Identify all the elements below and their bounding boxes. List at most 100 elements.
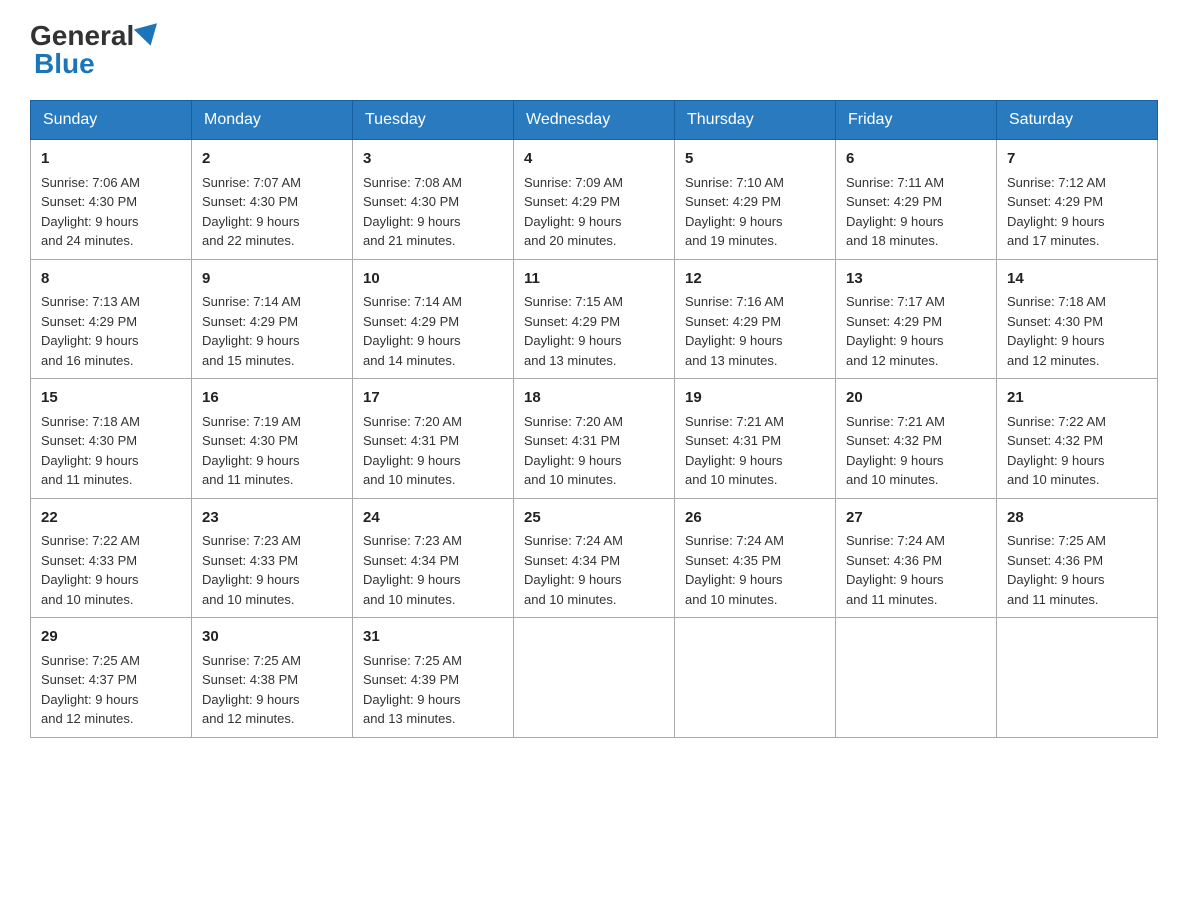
calendar-cell: 30 Sunrise: 7:25 AMSunset: 4:38 PMDaylig…	[192, 618, 353, 738]
day-info: Sunrise: 7:13 AMSunset: 4:29 PMDaylight:…	[41, 294, 140, 368]
day-info: Sunrise: 7:10 AMSunset: 4:29 PMDaylight:…	[685, 175, 784, 249]
day-number: 2	[202, 148, 342, 171]
day-number: 21	[1007, 387, 1147, 410]
calendar-cell: 2 Sunrise: 7:07 AMSunset: 4:30 PMDayligh…	[192, 140, 353, 260]
day-info: Sunrise: 7:24 AMSunset: 4:35 PMDaylight:…	[685, 533, 784, 607]
calendar-cell: 19 Sunrise: 7:21 AMSunset: 4:31 PMDaylig…	[675, 379, 836, 499]
day-info: Sunrise: 7:23 AMSunset: 4:33 PMDaylight:…	[202, 533, 301, 607]
calendar-cell	[514, 618, 675, 738]
day-info: Sunrise: 7:16 AMSunset: 4:29 PMDaylight:…	[685, 294, 784, 368]
day-number: 22	[41, 507, 181, 530]
day-info: Sunrise: 7:25 AMSunset: 4:36 PMDaylight:…	[1007, 533, 1106, 607]
day-number: 30	[202, 626, 342, 649]
day-info: Sunrise: 7:24 AMSunset: 4:36 PMDaylight:…	[846, 533, 945, 607]
calendar-cell: 31 Sunrise: 7:25 AMSunset: 4:39 PMDaylig…	[353, 618, 514, 738]
calendar-week-row: 1 Sunrise: 7:06 AMSunset: 4:30 PMDayligh…	[31, 140, 1158, 260]
day-info: Sunrise: 7:25 AMSunset: 4:37 PMDaylight:…	[41, 653, 140, 727]
day-info: Sunrise: 7:08 AMSunset: 4:30 PMDaylight:…	[363, 175, 462, 249]
weekday-header-tuesday: Tuesday	[353, 101, 514, 140]
weekday-header-monday: Monday	[192, 101, 353, 140]
calendar-cell: 18 Sunrise: 7:20 AMSunset: 4:31 PMDaylig…	[514, 379, 675, 499]
calendar-cell: 7 Sunrise: 7:12 AMSunset: 4:29 PMDayligh…	[997, 140, 1158, 260]
day-number: 17	[363, 387, 503, 410]
day-number: 1	[41, 148, 181, 171]
day-info: Sunrise: 7:25 AMSunset: 4:38 PMDaylight:…	[202, 653, 301, 727]
day-number: 13	[846, 268, 986, 291]
day-info: Sunrise: 7:21 AMSunset: 4:32 PMDaylight:…	[846, 414, 945, 488]
day-number: 16	[202, 387, 342, 410]
calendar-cell: 20 Sunrise: 7:21 AMSunset: 4:32 PMDaylig…	[836, 379, 997, 499]
calendar-cell: 15 Sunrise: 7:18 AMSunset: 4:30 PMDaylig…	[31, 379, 192, 499]
calendar-cell: 3 Sunrise: 7:08 AMSunset: 4:30 PMDayligh…	[353, 140, 514, 260]
day-number: 19	[685, 387, 825, 410]
day-info: Sunrise: 7:11 AMSunset: 4:29 PMDaylight:…	[846, 175, 944, 249]
day-number: 27	[846, 507, 986, 530]
calendar-cell: 11 Sunrise: 7:15 AMSunset: 4:29 PMDaylig…	[514, 259, 675, 379]
calendar-week-row: 22 Sunrise: 7:22 AMSunset: 4:33 PMDaylig…	[31, 498, 1158, 618]
day-info: Sunrise: 7:20 AMSunset: 4:31 PMDaylight:…	[524, 414, 623, 488]
day-info: Sunrise: 7:21 AMSunset: 4:31 PMDaylight:…	[685, 414, 784, 488]
day-number: 7	[1007, 148, 1147, 171]
day-info: Sunrise: 7:22 AMSunset: 4:32 PMDaylight:…	[1007, 414, 1106, 488]
calendar-week-row: 15 Sunrise: 7:18 AMSunset: 4:30 PMDaylig…	[31, 379, 1158, 499]
day-number: 10	[363, 268, 503, 291]
day-info: Sunrise: 7:20 AMSunset: 4:31 PMDaylight:…	[363, 414, 462, 488]
logo-triangle-icon	[134, 23, 162, 49]
day-number: 31	[363, 626, 503, 649]
header: General Blue	[30, 20, 1158, 80]
day-number: 9	[202, 268, 342, 291]
day-number: 14	[1007, 268, 1147, 291]
day-number: 6	[846, 148, 986, 171]
calendar-cell: 25 Sunrise: 7:24 AMSunset: 4:34 PMDaylig…	[514, 498, 675, 618]
calendar-cell: 1 Sunrise: 7:06 AMSunset: 4:30 PMDayligh…	[31, 140, 192, 260]
calendar-cell: 5 Sunrise: 7:10 AMSunset: 4:29 PMDayligh…	[675, 140, 836, 260]
day-info: Sunrise: 7:15 AMSunset: 4:29 PMDaylight:…	[524, 294, 623, 368]
day-info: Sunrise: 7:14 AMSunset: 4:29 PMDaylight:…	[363, 294, 462, 368]
weekday-header-sunday: Sunday	[31, 101, 192, 140]
day-number: 28	[1007, 507, 1147, 530]
calendar-cell: 22 Sunrise: 7:22 AMSunset: 4:33 PMDaylig…	[31, 498, 192, 618]
calendar-cell: 27 Sunrise: 7:24 AMSunset: 4:36 PMDaylig…	[836, 498, 997, 618]
calendar-table: SundayMondayTuesdayWednesdayThursdayFrid…	[30, 100, 1158, 738]
calendar-cell: 12 Sunrise: 7:16 AMSunset: 4:29 PMDaylig…	[675, 259, 836, 379]
day-info: Sunrise: 7:22 AMSunset: 4:33 PMDaylight:…	[41, 533, 140, 607]
weekday-header-thursday: Thursday	[675, 101, 836, 140]
weekday-header-wednesday: Wednesday	[514, 101, 675, 140]
day-info: Sunrise: 7:06 AMSunset: 4:30 PMDaylight:…	[41, 175, 140, 249]
calendar-cell: 23 Sunrise: 7:23 AMSunset: 4:33 PMDaylig…	[192, 498, 353, 618]
day-info: Sunrise: 7:07 AMSunset: 4:30 PMDaylight:…	[202, 175, 301, 249]
day-info: Sunrise: 7:18 AMSunset: 4:30 PMDaylight:…	[1007, 294, 1106, 368]
calendar-cell: 26 Sunrise: 7:24 AMSunset: 4:35 PMDaylig…	[675, 498, 836, 618]
day-info: Sunrise: 7:18 AMSunset: 4:30 PMDaylight:…	[41, 414, 140, 488]
calendar-cell: 13 Sunrise: 7:17 AMSunset: 4:29 PMDaylig…	[836, 259, 997, 379]
day-number: 25	[524, 507, 664, 530]
day-info: Sunrise: 7:14 AMSunset: 4:29 PMDaylight:…	[202, 294, 301, 368]
day-number: 29	[41, 626, 181, 649]
day-number: 26	[685, 507, 825, 530]
calendar-cell: 16 Sunrise: 7:19 AMSunset: 4:30 PMDaylig…	[192, 379, 353, 499]
calendar-cell: 10 Sunrise: 7:14 AMSunset: 4:29 PMDaylig…	[353, 259, 514, 379]
calendar-cell: 9 Sunrise: 7:14 AMSunset: 4:29 PMDayligh…	[192, 259, 353, 379]
calendar-cell: 17 Sunrise: 7:20 AMSunset: 4:31 PMDaylig…	[353, 379, 514, 499]
calendar-cell: 4 Sunrise: 7:09 AMSunset: 4:29 PMDayligh…	[514, 140, 675, 260]
calendar-cell	[675, 618, 836, 738]
calendar-cell: 24 Sunrise: 7:23 AMSunset: 4:34 PMDaylig…	[353, 498, 514, 618]
logo-blue-text: Blue	[34, 48, 95, 80]
calendar-cell: 6 Sunrise: 7:11 AMSunset: 4:29 PMDayligh…	[836, 140, 997, 260]
calendar-cell	[997, 618, 1158, 738]
day-number: 4	[524, 148, 664, 171]
day-info: Sunrise: 7:19 AMSunset: 4:30 PMDaylight:…	[202, 414, 301, 488]
calendar-week-row: 29 Sunrise: 7:25 AMSunset: 4:37 PMDaylig…	[31, 618, 1158, 738]
weekday-header-friday: Friday	[836, 101, 997, 140]
day-info: Sunrise: 7:17 AMSunset: 4:29 PMDaylight:…	[846, 294, 945, 368]
day-number: 18	[524, 387, 664, 410]
day-number: 23	[202, 507, 342, 530]
day-number: 8	[41, 268, 181, 291]
day-info: Sunrise: 7:24 AMSunset: 4:34 PMDaylight:…	[524, 533, 623, 607]
calendar-cell	[836, 618, 997, 738]
day-info: Sunrise: 7:23 AMSunset: 4:34 PMDaylight:…	[363, 533, 462, 607]
day-number: 20	[846, 387, 986, 410]
day-number: 12	[685, 268, 825, 291]
weekday-header-saturday: Saturday	[997, 101, 1158, 140]
calendar-week-row: 8 Sunrise: 7:13 AMSunset: 4:29 PMDayligh…	[31, 259, 1158, 379]
